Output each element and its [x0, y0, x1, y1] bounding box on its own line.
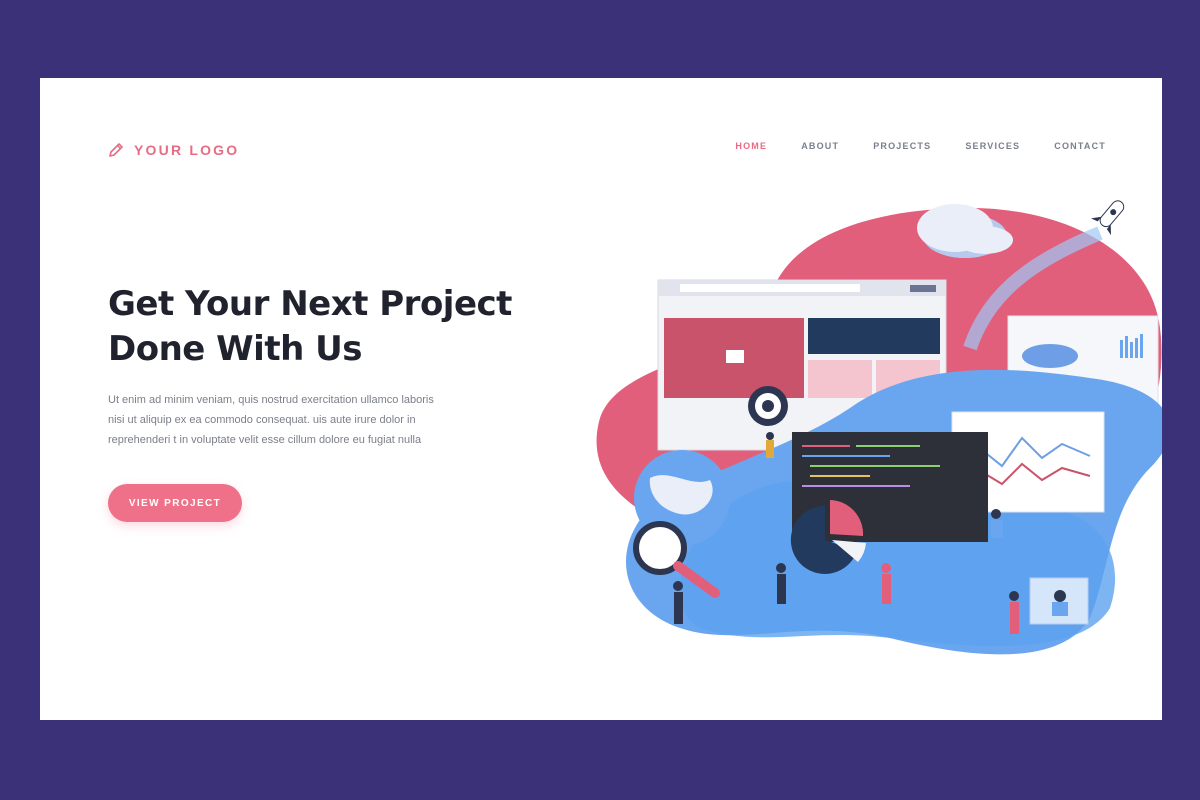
- hero-illustration: [596, 200, 1162, 655]
- nav-contact[interactable]: CONTACT: [1054, 141, 1106, 151]
- hero-title-line2: Done With Us: [108, 329, 362, 369]
- hero-description: Ut enim ad minim veniam, quis nostrud ex…: [108, 390, 438, 450]
- nav-home[interactable]: HOME: [735, 141, 767, 151]
- video-camera-icon: [726, 350, 744, 363]
- video-call-panel: [1029, 577, 1089, 625]
- hero-body-line1: Ut enim ad minim veniam, quis nostrud ex…: [108, 394, 434, 406]
- nav-projects[interactable]: PROJECTS: [873, 141, 931, 151]
- view-project-button[interactable]: VIEW PROJECT: [108, 484, 242, 522]
- hero-body-line3: reprehenderi t in voluptate velit esse c…: [108, 434, 422, 446]
- target-icon: [748, 386, 788, 426]
- hero-title: Get Your Next Project Done With Us: [108, 282, 528, 372]
- main-nav: HOME ABOUT PROJECTS SERVICES CONTACT: [735, 141, 1106, 151]
- hero-title-line1: Get Your Next Project: [108, 284, 512, 324]
- landing-card: YOUR LOGO HOME ABOUT PROJECTS SERVICES C…: [40, 78, 1162, 720]
- logo[interactable]: YOUR LOGO: [108, 142, 239, 158]
- logo-text: YOUR LOGO: [134, 142, 240, 158]
- hero-body-line2: nisi ut aliquip ex ea commodo consequat.…: [108, 414, 416, 426]
- nav-services[interactable]: SERVICES: [965, 141, 1020, 151]
- nav-about[interactable]: ABOUT: [801, 141, 839, 151]
- pencil-icon: [109, 143, 123, 157]
